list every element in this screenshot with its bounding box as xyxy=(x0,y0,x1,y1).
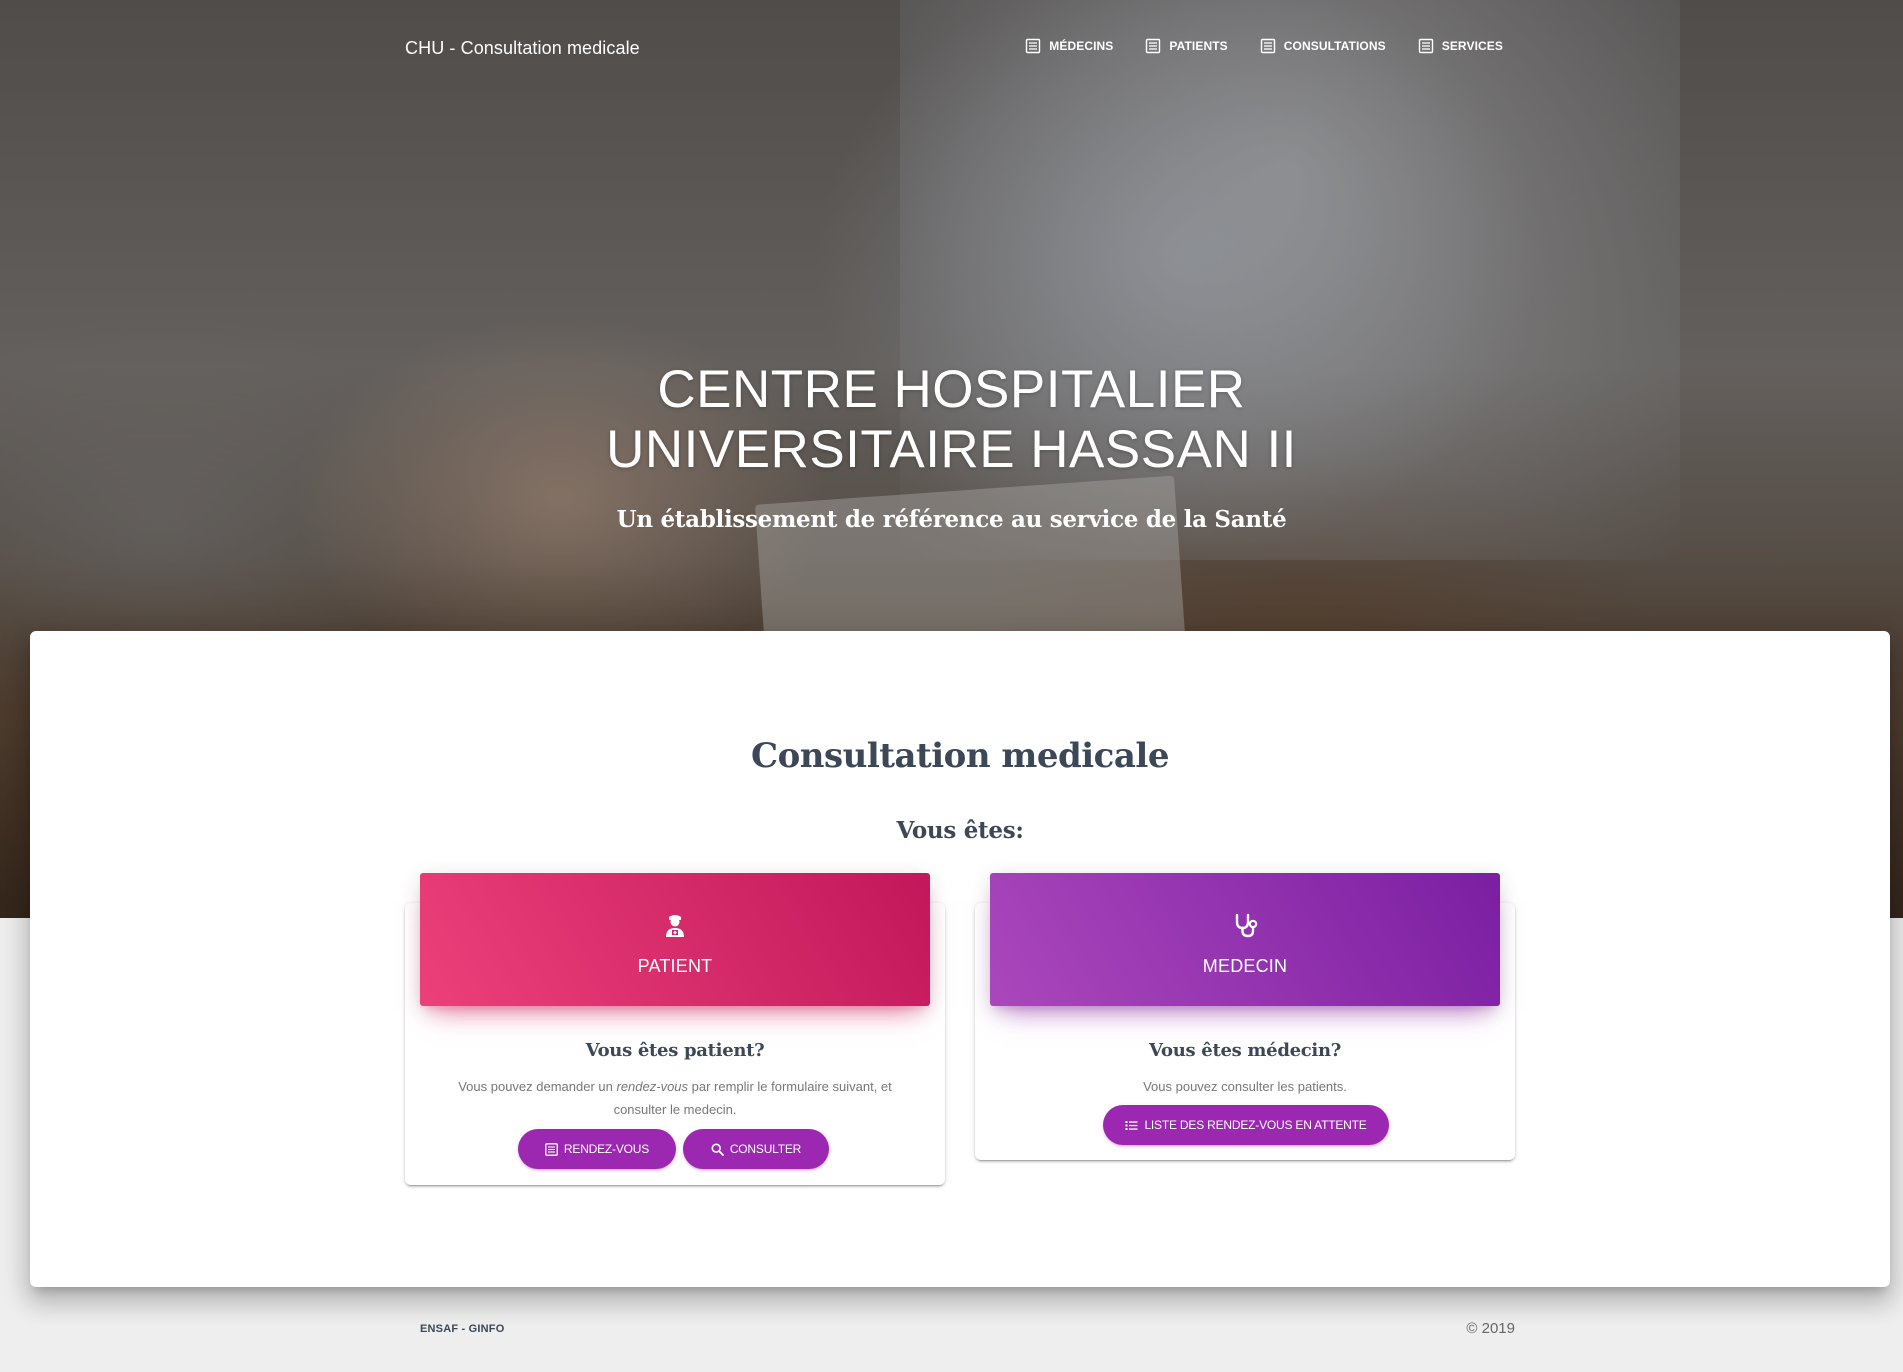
list-ul-icon xyxy=(1125,1120,1138,1130)
nav-item-consultations[interactable]: CONSULTATIONS xyxy=(1260,38,1386,54)
hero-subtitle: Un établissement de référence au service… xyxy=(616,506,1287,533)
patient-card-label: PATIENT xyxy=(637,956,713,976)
brand-link[interactable]: CHU - Consultation medicale xyxy=(405,38,640,59)
rendez-vous-button-label: RENDEZ-VOUS xyxy=(563,1142,650,1156)
page-title: Consultation medicale xyxy=(751,736,1169,776)
navbar: CHU - Consultation medicale MÉDECINS PAT… xyxy=(0,0,1903,100)
list-icon xyxy=(1260,38,1275,54)
medecin-question: Vous êtes médecin? xyxy=(1149,1040,1341,1061)
medecin-card-label: MEDECIN xyxy=(1202,956,1288,976)
nav-item-patients[interactable]: PATIENTS xyxy=(1145,38,1228,54)
hero-title: CENTRE HOSPITALIER UNIVERSITAIRE HASSAN … xyxy=(0,360,1903,480)
main-panel: Consultation medicale Vous êtes: PATIENT… xyxy=(30,631,1890,1287)
consulter-button[interactable]: CONSULTER xyxy=(683,1129,829,1169)
nav-menu: MÉDECINS PATIENTS CONSULTATIONS SERVICES xyxy=(1025,38,1503,54)
nav-item-label: MÉDECINS xyxy=(1049,39,1114,53)
patient-question: Vous êtes patient? xyxy=(585,1040,765,1061)
list-icon xyxy=(545,1142,558,1156)
search-icon xyxy=(711,1142,724,1156)
footer-link[interactable]: ENSAF - GINFO xyxy=(420,1323,505,1335)
patient-desc-emphasis: rendez-vous xyxy=(616,1079,689,1094)
liste-rendez-vous-button[interactable]: LISTE DES RENDEZ-VOUS EN ATTENTE xyxy=(1103,1105,1389,1145)
nav-item-services[interactable]: SERVICES xyxy=(1418,38,1503,54)
user-doctor-icon xyxy=(666,915,684,937)
footer-copyright: © 2019 xyxy=(1466,1320,1515,1337)
nav-item-medecins[interactable]: MÉDECINS xyxy=(1025,38,1113,54)
list-icon xyxy=(1146,38,1161,54)
patient-card-header: PATIENT xyxy=(420,873,930,1006)
nav-item-label: SERVICES xyxy=(1441,39,1503,53)
consulter-button-label: CONSULTER xyxy=(729,1142,802,1156)
medecin-card: MEDECIN Vous êtes médecin? Vous pouvez c… xyxy=(975,873,1515,1160)
hero-text: CENTRE HOSPITALIER UNIVERSITAIRE HASSAN … xyxy=(0,360,1903,533)
medecin-description: Vous pouvez consulter les patients. xyxy=(1143,1079,1347,1094)
patient-description: Vous pouvez demander un rendez-vous par … xyxy=(445,1075,905,1121)
hero-title-line1: CENTRE HOSPITALIER xyxy=(657,360,1246,419)
list-icon xyxy=(1418,38,1433,54)
hero-title-line2: UNIVERSITAIRE HASSAN II xyxy=(606,420,1297,479)
list-icon xyxy=(1026,38,1041,54)
nav-item-label: PATIENTS xyxy=(1169,39,1228,53)
patient-desc-before: Vous pouvez demander un xyxy=(458,1079,617,1094)
rendez-vous-button[interactable]: RENDEZ-VOUS xyxy=(518,1129,676,1169)
stethoscope-icon xyxy=(1235,913,1258,938)
patient-card: PATIENT Vous êtes patient? Vous pouvez d… xyxy=(405,873,945,1185)
medecin-card-header: MEDECIN xyxy=(990,873,1500,1006)
page-subtitle: Vous êtes: xyxy=(896,817,1024,844)
liste-rendez-vous-button-label: LISTE DES RENDEZ-VOUS EN ATTENTE xyxy=(1144,1118,1367,1132)
nav-item-label: CONSULTATIONS xyxy=(1283,39,1386,53)
